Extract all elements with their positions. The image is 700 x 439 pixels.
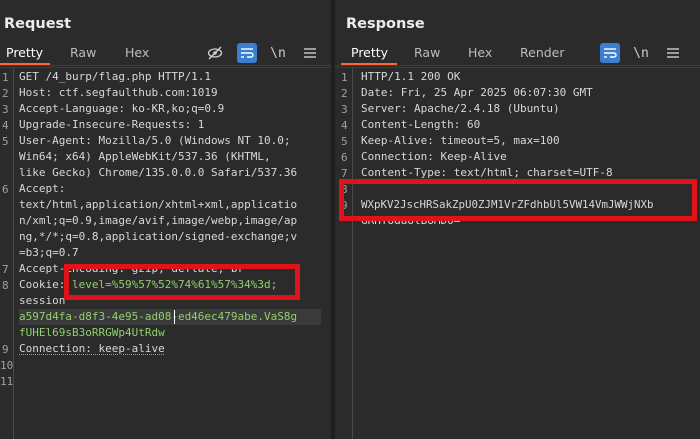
line-number: 11: [0, 375, 14, 388]
highlight-box-cookie: [64, 264, 300, 300]
request-editor[interactable]: 1 2 3 4 5 6 7 8 9 10 11 GET /4_burp/flag…: [0, 67, 331, 439]
code-line: Upgrade-Insecure-Requests: 1: [19, 118, 205, 131]
code-line: Host: ctf.segfaulthub.com:1019: [19, 86, 218, 99]
wrap-lines-button[interactable]: [237, 43, 257, 63]
highlight-box-response-body: [339, 179, 697, 221]
code-line: n/xml;q=0.9,image/avif,image/webp,image/…: [19, 214, 298, 227]
code-line: Accept:: [19, 182, 66, 195]
line-number: 7: [2, 263, 9, 276]
code-line: Connection: keep-alive: [19, 342, 165, 355]
hide-nonprintable-button[interactable]: [205, 43, 225, 63]
line-number: 8: [2, 279, 9, 292]
code-line: session: [19, 294, 66, 307]
code-line: Connection: Keep-Alive: [361, 150, 507, 163]
line-number: 6: [2, 183, 9, 196]
wrap-lines-icon: [241, 48, 254, 58]
line-number: 5: [2, 135, 9, 148]
code-line: GET /4_burp/flag.php HTTP/1.1: [19, 70, 212, 83]
request-tab-raw[interactable]: Raw: [70, 45, 96, 60]
show-newlines-button[interactable]: \n: [268, 43, 288, 63]
line-number: 1: [341, 71, 348, 84]
request-tabbar: Pretty Raw Hex \n: [0, 40, 331, 66]
code-line: Accept-Language: ko-KR,ko;q=0.9: [19, 102, 225, 115]
session-value-line: a597d4fa-d8f3-4e95-ad08-ed46ec479abe.VaS…: [19, 309, 321, 325]
wrap-lines-button[interactable]: [600, 43, 620, 63]
response-tab-render[interactable]: Render: [520, 45, 565, 60]
line-number: 6: [341, 151, 348, 164]
line-number: 3: [341, 103, 348, 116]
line-number: 2: [2, 87, 9, 100]
response-line-gutter: 1 2 3 4 5 6 7 8 9: [335, 68, 353, 439]
code-line: Date: Fri, 25 Apr 2025 06:07:30 GMT: [361, 86, 593, 99]
eye-slash-icon: [207, 46, 223, 60]
active-tab-indicator: [0, 63, 50, 65]
response-pane: Response Pretty Raw Hex Render \n 1 2 3 …: [335, 0, 700, 439]
active-tab-indicator: [341, 63, 397, 65]
request-tab-pretty[interactable]: Pretty: [6, 45, 43, 60]
line-number: 10: [0, 359, 14, 372]
line-number: 3: [2, 103, 9, 116]
hamburger-icon: [304, 48, 316, 58]
code-line: Server: Apache/2.4.18 (Ubuntu): [361, 102, 560, 115]
line-number: 4: [2, 119, 9, 132]
response-tabbar: Pretty Raw Hex Render \n: [335, 40, 700, 66]
code-line: Keep-Alive: timeout=5, max=100: [361, 134, 560, 147]
code-line: User-Agent: Mozilla/5.0 (Windows NT 10.0…: [19, 134, 291, 147]
response-tab-raw[interactable]: Raw: [414, 45, 440, 60]
code-line: Content-Length: 60: [361, 118, 481, 131]
code-line: Win64; x64) AppleWebKit/537.36 (KHTML,: [19, 150, 271, 163]
response-title: Response: [346, 16, 425, 32]
code-line: ng,*/*;q=0.8,application/signed-exchange…: [19, 230, 298, 243]
request-tab-hex[interactable]: Hex: [125, 45, 149, 60]
code-line: =b3;q=0.7: [19, 246, 79, 259]
line-number: 5: [341, 135, 348, 148]
line-number: 2: [341, 87, 348, 100]
request-line-gutter: 1 2 3 4 5 6 7 8 9 10 11: [0, 68, 14, 439]
response-tab-pretty[interactable]: Pretty: [351, 45, 388, 60]
request-pane: Request Pretty Raw Hex \n 1 2 3 4 5 6 7 …: [0, 0, 331, 439]
response-editor[interactable]: 1 2 3 4 5 6 7 8 9 HTTP/1.1 200 OK Date: …: [335, 67, 700, 439]
line-number: 4: [341, 119, 348, 132]
request-title: Request: [4, 16, 72, 32]
response-tab-hex[interactable]: Hex: [468, 45, 492, 60]
session-value-line: fUHEl69sB3oRRGWp4UtRdw: [19, 326, 165, 339]
code-line: like Gecko) Chrome/135.0.0.0 Safari/537.…: [19, 166, 298, 179]
request-menu-button[interactable]: [300, 43, 320, 63]
line-number: 1: [2, 71, 9, 84]
line-number: 9: [2, 343, 9, 356]
hamburger-icon: [667, 48, 679, 58]
code-line: text/html,application/xhtml+xml,applicat…: [19, 198, 298, 211]
text-cursor: [174, 310, 175, 324]
show-newlines-button[interactable]: \n: [631, 43, 651, 63]
code-line: HTTP/1.1 200 OK: [361, 70, 461, 83]
wrap-lines-icon: [604, 48, 617, 58]
response-menu-button[interactable]: [663, 43, 683, 63]
